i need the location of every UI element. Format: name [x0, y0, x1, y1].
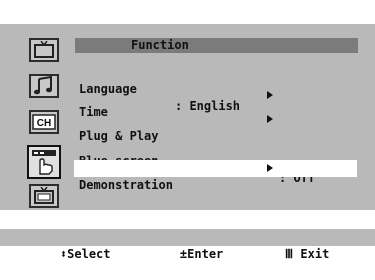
osd-menu-panel: Function CH Language: English Time Plug…	[0, 24, 375, 210]
channel-icon-label: CH	[37, 118, 51, 129]
menu-item-demonstration[interactable]: Demonstration	[74, 160, 357, 192]
status-bar: ⬍Select ±Enter Ⅲ Exit	[0, 229, 375, 261]
enter-hint: ±Enter	[151, 229, 223, 280]
exit-label: Exit	[300, 247, 330, 261]
select-hint: ⬍Select	[31, 229, 111, 280]
enter-label: Enter	[187, 247, 224, 261]
menu-item-label: Demonstration	[79, 178, 173, 192]
menu-title: Function	[131, 38, 189, 52]
menu-item-time[interactable]: Time	[74, 87, 357, 119]
channel-icon[interactable]: CH	[29, 110, 59, 134]
menu-icon: Ⅲ	[284, 247, 301, 261]
tv-input-icon[interactable]	[29, 184, 59, 208]
function-hand-icon[interactable]	[27, 145, 61, 179]
menu-item-plug-and-play[interactable]: Plug & Play	[74, 111, 357, 143]
music-note-icon[interactable]	[29, 74, 59, 98]
tv-picture-icon[interactable]	[29, 38, 59, 62]
submenu-arrow-icon	[267, 91, 273, 99]
exit-hint: Ⅲ Exit	[256, 229, 329, 280]
select-label: Select	[67, 247, 111, 261]
menu-item-language[interactable]: Language : English	[74, 64, 357, 113]
menu-item-blue-screen[interactable]: Blue screen : Off	[74, 136, 357, 185]
submenu-arrow-icon	[267, 164, 273, 172]
menu-title-bar	[75, 38, 358, 53]
submenu-arrow-icon	[267, 115, 273, 123]
